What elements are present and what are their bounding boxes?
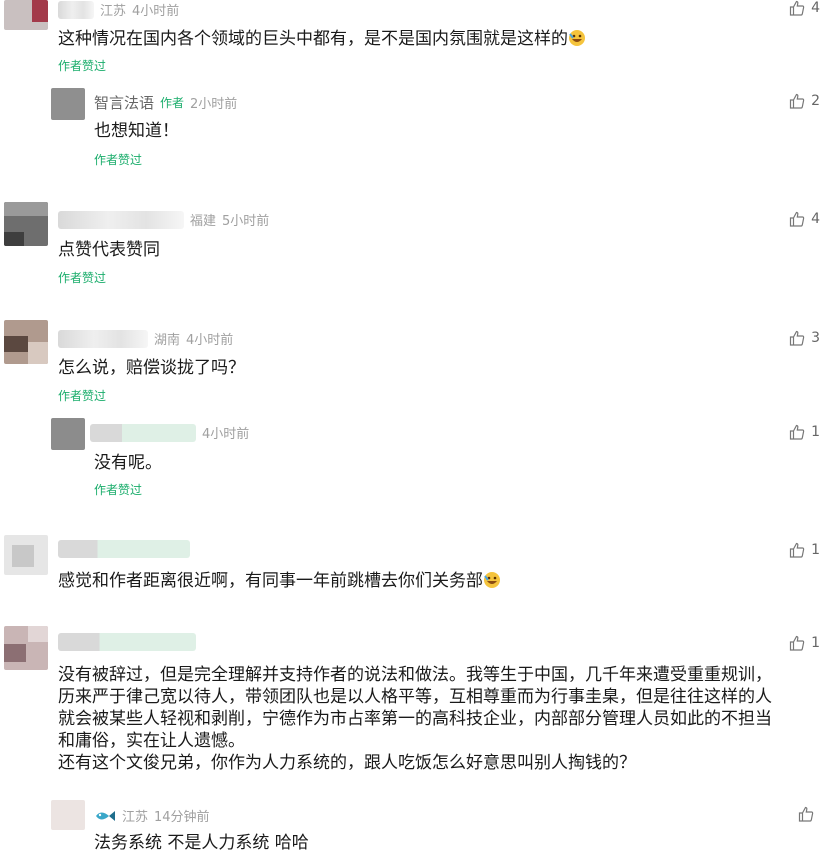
blurred-username[interactable] [58,0,94,19]
like-count: 1 [811,542,820,558]
comment-time: 14分钟前 [154,810,210,825]
comment-region: 福建 [190,214,217,229]
thumbs-up-icon [789,211,805,227]
like-count: 2 [811,93,820,109]
liked-by-author: 作者赞过 [58,59,107,73]
comment-region: 江苏 [100,4,127,19]
liked-by-author: 作者赞过 [94,483,143,497]
comment-text: 也想知道！ [94,121,179,141]
like-count: 1 [811,424,820,440]
avatar[interactable] [4,320,48,364]
comment-time: 5小时前 [222,214,270,229]
emoji-icon [484,572,500,588]
like-button[interactable]: 4 [789,0,820,16]
avatar[interactable] [4,0,48,30]
liked-by-author: 作者赞过 [58,389,107,403]
comment-text: 法务系统 不是人力系统 哈哈 [94,833,309,853]
avatar[interactable] [51,418,85,450]
comment-time: 4小时前 [202,427,250,442]
comment-text: 点赞代表赞同 [58,240,160,260]
thumbs-up-icon [789,0,805,16]
like-button[interactable]: 2 [789,93,820,109]
thumbs-up-icon [798,806,814,822]
blurred-username[interactable] [58,210,184,229]
comment-time: 4小时前 [132,4,180,19]
thumbs-up-icon [789,93,805,109]
thumbs-up-icon [789,635,805,651]
like-button[interactable] [798,806,820,822]
avatar[interactable] [51,800,85,830]
comment-text-line: 还有这个文俊兄弟，你作为人力系统的，跟人吃饭怎么好意思叫别人掏钱的？ [58,753,636,773]
comment-text-line: 就会被某些人轻视和剥削，宁德作为市占率第一的高科技企业，内部部分管理人员如此的不… [58,709,772,729]
fish-avatar-icon[interactable] [94,808,116,824]
author-tag: 作者 [160,96,185,110]
liked-by-author: 作者赞过 [58,271,107,285]
avatar[interactable] [51,88,85,120]
like-count: 1 [811,635,820,651]
comment-text-line: 和庸俗，实在让人遗憾。 [58,731,245,751]
like-button[interactable]: 4 [789,211,820,227]
blurred-username[interactable] [58,540,190,558]
comment-text: 没有呢。 [94,453,162,473]
comment-text: 感觉和作者距离很近啊，有同事一年前跳槽去你们关务部 [58,570,501,592]
like-button[interactable]: 3 [789,330,820,346]
comment-text: 没有被辞过，但是完全理解并支持作者的说法和做法。我等生于中国，几千年来遭受重重规… [58,664,820,774]
blurred-username[interactable] [58,329,148,348]
author-name[interactable]: 智言法语 [94,92,154,113]
like-button[interactable]: 1 [789,542,820,558]
avatar[interactable] [4,202,48,246]
like-button[interactable]: 1 [789,424,820,440]
comment-text-line: 历来严于律己宽以待人，带领团队也是以人格平等，互相尊重而为行事圭臬，但是往往这样… [58,687,772,707]
emoji-icon [569,30,585,46]
liked-by-author: 作者赞过 [94,153,143,167]
comment-region: 江苏 [122,810,149,825]
avatar[interactable] [4,626,48,670]
blurred-username[interactable] [90,423,196,442]
thumbs-up-icon [789,424,805,440]
comment-text-line: 没有被辞过，但是完全理解并支持作者的说法和做法。我等生于中国，几千年来遭受重重规… [58,665,772,685]
thumbs-up-icon [789,542,805,558]
like-count: 4 [811,0,820,16]
comment-time: 2小时前 [190,97,238,112]
comment-region: 湖南 [154,333,181,348]
like-button[interactable]: 1 [789,635,820,651]
comment-text: 这种情况在国内各个领域的巨头中都有，是不是国内氛围就是这样的 [58,28,586,50]
blurred-username[interactable] [58,633,196,651]
comment-text: 怎么说，赔偿谈拢了吗？ [58,358,245,378]
avatar[interactable] [4,535,48,575]
comment-time: 4小时前 [186,333,234,348]
like-count: 3 [811,330,820,346]
like-count: 4 [811,211,820,227]
thumbs-up-icon [789,330,805,346]
